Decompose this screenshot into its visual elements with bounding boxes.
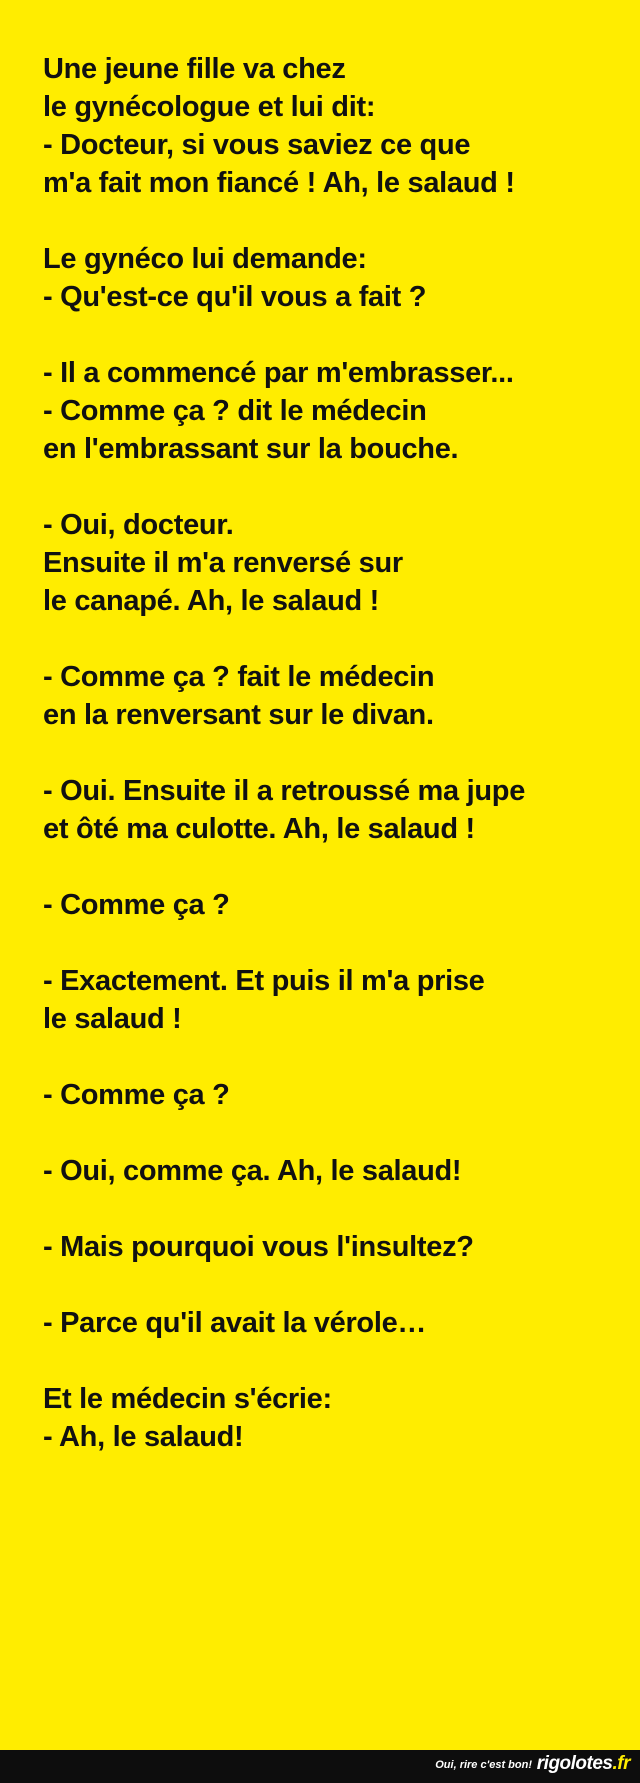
joke-line: Et le médecin s'écrie: [43,1383,332,1415]
joke-line: - Oui, comme ça. Ah, le salaud! [43,1155,462,1187]
joke-line: - Oui. Ensuite il a retroussé ma jupe [43,775,526,807]
joke-line: - Comme ça ? fait le médecin [43,661,435,693]
footer-bar: Oui, rire c'est bon! rigolotes.fr [0,1750,640,1783]
joke-text: Une jeune fille va chez le gynécologue e… [43,50,633,1456]
joke-line: le gynécologue et lui dit: [43,91,376,123]
joke-line: - Mais pourquoi vous l'insultez? [43,1231,474,1263]
joke-line: Ensuite il m'a renversé sur [43,547,403,579]
joke-line: en l'embrassant sur la bouche. [43,433,459,465]
joke-line: - Exactement. Et puis il m'a prise [43,965,485,997]
joke-line: - Oui, docteur. [43,509,234,541]
joke-line: - Comme ça ? [43,1079,230,1111]
logo-name: rigolotes [536,1753,613,1774]
joke-line: m'a fait mon fiancé ! Ah, le salaud ! [43,167,515,199]
joke-line: le salaud ! [43,1003,182,1035]
joke-line: - Comme ça ? [43,889,230,921]
joke-line: - Qu'est-ce qu'il vous a fait ? [43,281,427,313]
joke-line: en la renversant sur le divan. [43,699,434,731]
site-logo[interactable]: rigolotes.fr [536,1753,631,1775]
joke-line: Une jeune fille va chez [43,53,346,85]
page: { "colors": { "background": "#FFED00", "… [0,0,640,1783]
joke-line: - Comme ça ? dit le médecin [43,395,427,427]
logo-tld: .fr [612,1753,631,1774]
joke-line: le canapé. Ah, le salaud ! [43,585,380,617]
joke-line: - Docteur, si vous saviez ce que [43,129,471,161]
joke-line: - Il a commencé par m'embrasser... [43,357,514,389]
joke-line: et ôté ma culotte. Ah, le salaud ! [43,813,475,845]
joke-line: - Ah, le salaud! [43,1421,244,1453]
joke-line: Le gynéco lui demande: [43,243,367,275]
footer-tagline: Oui, rire c'est bon! [435,1759,532,1771]
joke-line: - Parce qu'il avait la vérole… [43,1307,427,1339]
